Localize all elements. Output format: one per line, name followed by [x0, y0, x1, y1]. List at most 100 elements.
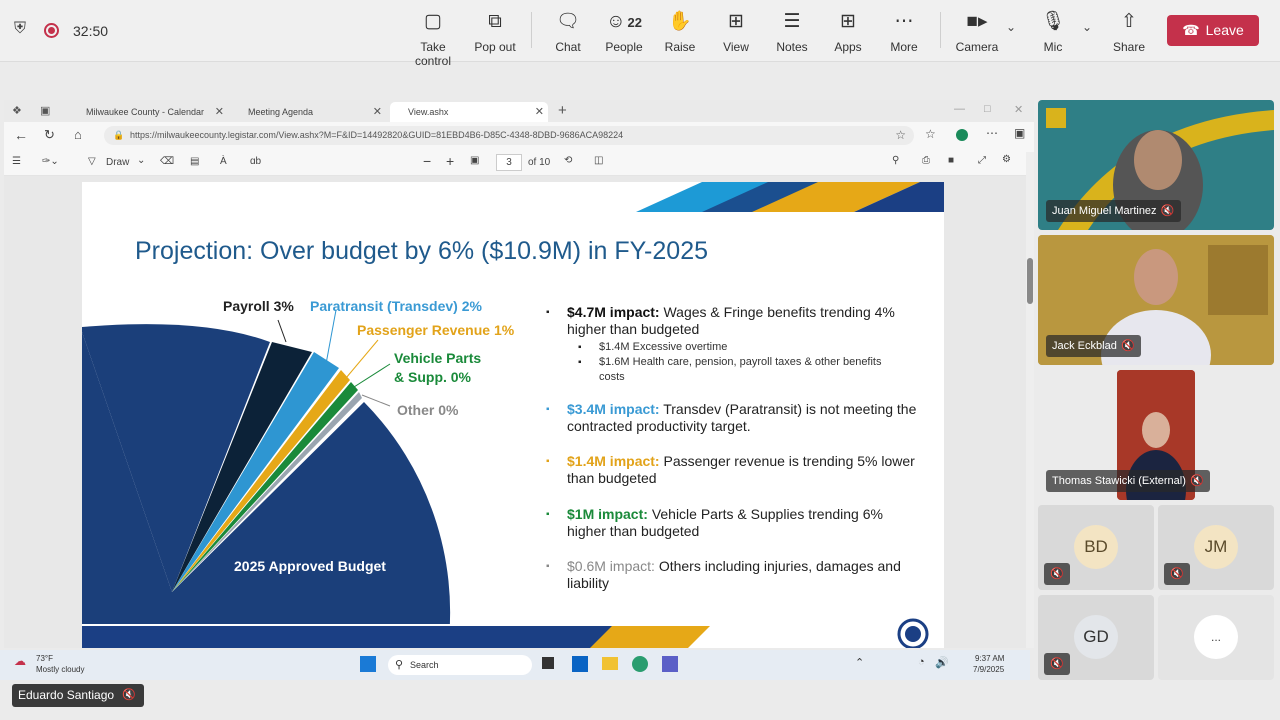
mic-muted-icon: 🔇	[1190, 475, 1204, 487]
taskbar-search[interactable]: ⚲ Search	[388, 655, 532, 675]
back-icon[interactable]: ←	[14, 127, 28, 143]
translate-icon[interactable]: ɑb	[250, 156, 261, 167]
contents-icon[interactable]: ☰	[12, 156, 21, 167]
close-window-icon[interactable]: ✕	[1014, 103, 1023, 116]
start-windows-icon[interactable]	[360, 656, 376, 672]
restore-icon[interactable]: □	[984, 103, 991, 115]
tab-view-ashx[interactable]: View.ashx ✕	[390, 102, 548, 122]
apps-icon: ⊞	[840, 11, 856, 32]
new-tab-icon[interactable]: +	[558, 102, 567, 119]
share-button[interactable]: ⇧ Share	[1099, 10, 1159, 56]
more-participants-tile[interactable]: ...	[1158, 595, 1274, 680]
people-count: 22	[627, 15, 642, 30]
rotate-icon[interactable]: ⟲	[564, 155, 572, 166]
mic-icon: 🎙	[1040, 11, 1066, 32]
fit-page-icon[interactable]: ▣	[470, 155, 479, 166]
wifi-icon[interactable]: ◔	[918, 656, 925, 668]
mic-muted-icon: 🔇	[1121, 340, 1135, 352]
more-icon: ⋯	[894, 11, 914, 32]
volume-icon[interactable]: 🔊	[935, 656, 949, 669]
minimize-icon[interactable]: —	[954, 103, 965, 115]
close-tab-icon[interactable]: ✕	[215, 102, 224, 122]
favorite-star-icon[interactable]: ☆	[895, 126, 906, 145]
shared-browser-window: ❖ ▣ Milwaukee County - Calendar ✕ Meeting…	[4, 100, 1034, 648]
view-button[interactable]: ⊞ View	[706, 10, 766, 56]
camera-button[interactable]: ■▸ Camera	[947, 10, 1007, 56]
close-tab-icon[interactable]: ✕	[535, 102, 544, 122]
settings-gear-icon[interactable]: ⚙	[1002, 154, 1011, 165]
share-icon: ⇧	[1121, 11, 1137, 32]
more-participants-icon: ...	[1194, 615, 1238, 659]
close-tab-icon[interactable]: ✕	[373, 102, 382, 122]
video-tile-jack[interactable]: Jack Eckblad 🔇	[1038, 235, 1274, 365]
edge-icon[interactable]	[632, 656, 648, 672]
raise-hand-button[interactable]: ✋ Raise	[650, 10, 710, 56]
meeting-toolbar: ⛨ 32:50 ▢ Take control ⧉ Pop out 🗨 Chat ☺ 22…	[0, 0, 1280, 68]
outlook-icon[interactable]	[572, 656, 588, 672]
notes-icon: ☰	[783, 11, 801, 32]
extension-icon[interactable]	[956, 129, 968, 141]
participant-name: Juan Miguel Martinez 🔇	[1046, 200, 1181, 222]
mic-muted-icon: 🔇	[1160, 205, 1175, 217]
teams-icon[interactable]	[662, 656, 678, 672]
apps-button[interactable]: ⊞ Apps	[818, 10, 878, 56]
task-view-icon[interactable]	[542, 657, 554, 669]
mic-options-chevron-icon[interactable]: ⌄	[1082, 20, 1092, 34]
draw-button[interactable]: Draw	[106, 157, 129, 168]
camera-options-chevron-icon[interactable]: ⌄	[1006, 20, 1016, 34]
avatar: JM	[1194, 525, 1238, 569]
bullet-dot: ▪	[546, 307, 550, 318]
weather-desc: Mostly cloudy	[36, 665, 85, 674]
pop-out-icon: ⧉	[488, 11, 502, 32]
leader-line-paratransit	[325, 309, 337, 365]
workspaces-icon[interactable]: ❖	[12, 104, 22, 117]
participant-tile-bd[interactable]: BD 🔇	[1038, 505, 1154, 590]
eraser-icon[interactable]: ⌫	[160, 156, 174, 167]
pie-center-label: 2025 Approved Budget	[234, 558, 386, 574]
raise-hand-icon: ✋	[668, 11, 692, 32]
leave-button[interactable]: ☎ Leave	[1167, 15, 1259, 46]
read-aloud-icon[interactable]: À	[220, 156, 227, 167]
participant-tile-gd[interactable]: GD 🔇	[1038, 595, 1154, 680]
menu-icon[interactable]: ⋯	[986, 126, 998, 140]
print-icon[interactable]: ⎙	[922, 155, 930, 166]
draw-icon[interactable]: ▽	[88, 156, 96, 167]
participant-tile-jm[interactable]: JM 🔇	[1158, 505, 1274, 590]
search-icon[interactable]: ⚲	[892, 155, 899, 166]
video-tile-juan[interactable]: Juan Miguel Martinez 🔇	[1038, 100, 1274, 230]
refresh-icon[interactable]: ↻	[44, 127, 55, 143]
draw-chevron-icon[interactable]: ⌄	[137, 155, 145, 166]
home-icon[interactable]: ⌂	[74, 127, 82, 142]
meeting-timer: 32:50	[73, 23, 109, 39]
take-control-button[interactable]: ▢ Take control	[403, 10, 463, 68]
scrollbar-thumb[interactable]	[1027, 258, 1033, 304]
shared-taskbar: ☁ 73°F Mostly cloudy ⚲ Search ⌃ ◔ 🔊 9:37…	[0, 650, 1030, 680]
chat-button[interactable]: 🗨 Chat	[538, 10, 598, 56]
fullscreen-icon[interactable]: ⤢	[978, 155, 986, 166]
pie-label-payroll: Payroll 3%	[223, 298, 294, 314]
favorites-icon[interactable]: ☆	[925, 127, 936, 141]
page-number-input[interactable]: 3	[496, 154, 522, 171]
url-field[interactable]: 🔒 https://milwaukeecounty.legistar.com/V…	[104, 126, 914, 145]
people-button[interactable]: ☺ 22 People	[594, 10, 654, 56]
tab-calendar[interactable]: Milwaukee County - Calendar ✕	[68, 102, 228, 122]
sidebar-icon[interactable]: ▣	[1014, 126, 1025, 140]
highlight-icon[interactable]: ✑⌄	[42, 156, 59, 167]
people-icon: ☺ 22	[606, 11, 642, 32]
zoom-in-icon[interactable]: +	[446, 153, 454, 169]
browser-tab-strip: ❖ ▣ Milwaukee County - Calendar ✕ Meeting…	[4, 100, 1034, 122]
take-control-icon: ▢	[424, 11, 442, 32]
pdf-scrollbar[interactable]	[1026, 152, 1034, 648]
mic-button[interactable]: 🎙 Mic	[1023, 10, 1083, 56]
pop-out-button[interactable]: ⧉ Pop out	[465, 10, 525, 56]
tab-actions-icon[interactable]: ▣	[40, 104, 50, 117]
page-view-icon[interactable]: ◫	[594, 155, 603, 166]
tab-meeting-agenda[interactable]: Meeting Agenda ✕	[230, 102, 386, 122]
save-icon[interactable]: ■	[948, 155, 954, 166]
zoom-out-icon[interactable]: −	[423, 153, 431, 169]
tray-chevron-icon[interactable]: ⌃	[855, 656, 864, 669]
file-explorer-icon[interactable]	[602, 657, 618, 670]
notes-button[interactable]: ☰ Notes	[762, 10, 822, 56]
more-button[interactable]: ⋯ More	[874, 10, 934, 56]
text-box-icon[interactable]: ▤	[190, 156, 199, 167]
